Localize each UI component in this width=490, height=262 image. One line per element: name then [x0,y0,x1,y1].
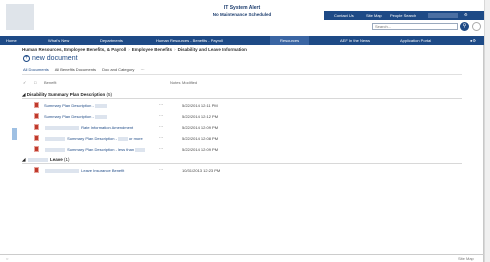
nav-departments[interactable]: Departments [100,38,123,43]
footer-divider [0,254,484,255]
view-more-button[interactable]: ··· [141,67,145,72]
nav-settings-icon[interactable]: ●⚙ [470,38,476,43]
site-map-link[interactable]: Site Map [366,13,382,18]
view-all-documents[interactable]: All Documents [23,67,49,72]
breadcrumb: Human Resources, Employee Benefits, & Pa… [22,47,247,52]
footer-icon[interactable]: ○ [6,256,8,261]
breadcrumb-current: Disability and Leave Information [177,47,247,52]
search-options-icon[interactable] [472,22,481,31]
nav-home[interactable]: Home [6,38,17,43]
document-link[interactable]: Rate Information Amendment [44,125,133,130]
plus-icon: + [23,55,30,62]
search-input[interactable] [372,23,458,30]
redacted-text [27,157,48,162]
nav-whats-new[interactable]: What's New [48,38,69,43]
new-document-button[interactable]: + new document [23,55,78,62]
item-menu-button[interactable]: ··· [159,135,163,140]
table-row[interactable]: Summary Plan Description - ··· 5/22/2014… [0,102,484,110]
nav-resources[interactable]: Resources [270,36,310,45]
collapse-icon[interactable]: ◢ [22,92,25,97]
site-banner: IT System Alert No Maintenance Scheduled… [0,0,484,36]
modified-date: 5/22/2014 12:08 PM [182,136,219,141]
divider [22,98,462,99]
document-link[interactable]: Summary Plan Description - [44,114,108,119]
table-row[interactable]: Summary Plan Description - less than ···… [0,146,484,154]
breadcrumb-hr[interactable]: Human Resources, Employee Benefits, & Pa… [22,47,126,52]
group-title: Leave [50,157,63,162]
pdf-icon [34,167,39,173]
pdf-icon [34,146,39,152]
view-doc-and-category[interactable]: Doc and Category [102,67,134,72]
group-count: (5) [106,92,113,97]
modified-date: 5/22/2014 12:11 PM [182,103,218,108]
item-menu-button[interactable]: ··· [159,102,163,107]
modified-date: 10/31/2013 12:23 PM [182,168,221,173]
doc-type-icon: □ [34,80,37,85]
divider [22,163,462,164]
nav-aef-news[interactable]: AEF In the News [340,38,370,43]
item-menu-button[interactable]: ··· [159,146,163,151]
contact-us-link[interactable]: Contact Us [334,13,354,18]
people-search-link[interactable]: People Search [390,13,416,18]
item-menu-button[interactable]: ··· [159,113,163,118]
check-icon[interactable]: ✓ [23,80,26,85]
table-row[interactable]: Summary Plan Description - ··· 5/22/2014… [0,113,484,121]
group-title: Disability Summary Plan Description [26,92,106,97]
pdf-icon [34,102,39,108]
view-selector: All Documents All Benefits Documents Doc… [23,67,150,72]
item-menu-button[interactable]: ··· [159,167,163,172]
table-row[interactable]: Summary Plan Description - or more ··· 5/… [0,135,484,143]
item-menu-button[interactable]: ··· [159,124,163,129]
utility-bar: Contact Us Site Map People Search ⚙ [324,11,484,20]
document-link[interactable]: Leave Insurance Benefit [44,168,124,173]
modified-date: 5/22/2014 12:09 PM [182,147,219,152]
pdf-icon [34,135,39,141]
document-link[interactable]: Summary Plan Description - or more [44,136,143,141]
table-row[interactable]: Leave Insurance Benefit ··· 10/31/2013 1… [0,167,484,175]
modified-date: 5/22/2014 12:12 PM [182,114,219,119]
collapse-icon[interactable]: ◢ [22,157,25,162]
column-header-modified[interactable]: Modified [182,80,197,85]
pdf-icon [34,124,39,130]
new-document-label: new document [32,55,78,62]
view-all-benefits-documents[interactable]: All Benefits Documents [55,67,96,72]
document-link[interactable]: Summary Plan Description - less than [44,147,146,152]
pdf-icon [34,113,39,119]
page-frame: IT System Alert No Maintenance Scheduled… [0,0,484,262]
group-count: (1) [64,157,70,162]
search-icon[interactable]: ⚲ [460,22,469,31]
document-link[interactable]: Summary Plan Description - [44,103,108,108]
user-name[interactable] [428,13,458,18]
nav-hr[interactable]: Human Resources - Benefits - Payroll [156,38,223,43]
column-header-notes[interactable]: Notes [170,80,180,85]
divider [22,74,462,75]
table-row[interactable]: Rate Information Amendment ··· 5/22/2014… [0,124,484,132]
modified-date: 5/22/2014 12:09 PM [182,125,219,130]
scrollbar[interactable] [484,0,490,262]
main-nav: Home What's New Departments Human Resour… [0,36,484,45]
column-header-name[interactable]: Benefit [44,80,56,85]
search-area: ⚲ [372,22,484,32]
nav-application-portal[interactable]: Application Portal [400,38,431,43]
footer-site-map-link[interactable]: Site Map [458,256,474,261]
gear-icon[interactable]: ⚙ [464,12,468,17]
breadcrumb-benefits[interactable]: Employee Benefits [132,47,172,52]
